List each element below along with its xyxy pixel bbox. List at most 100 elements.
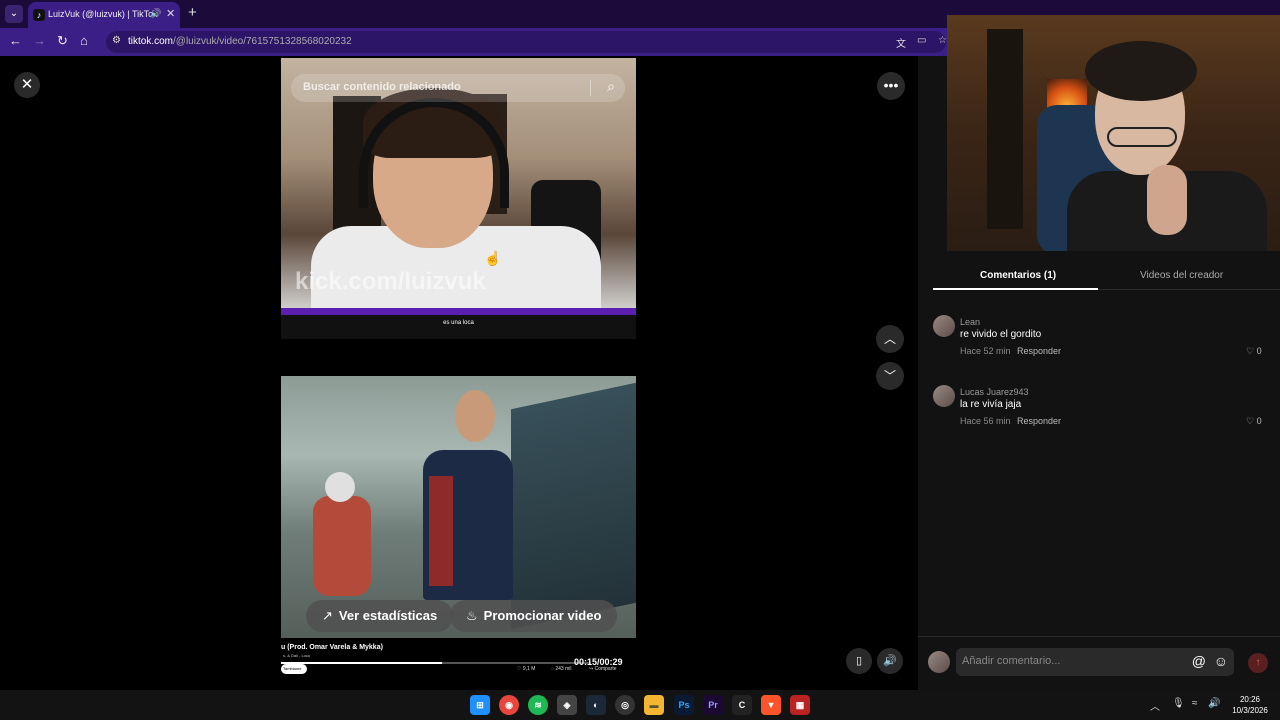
mention-icon[interactable]: @	[1192, 653, 1206, 669]
reply-button[interactable]: Responder	[1017, 416, 1061, 426]
photoshop-icon[interactable]: Ps	[674, 695, 694, 715]
avatar[interactable]	[933, 315, 955, 337]
heart-icon: ♡	[1246, 416, 1255, 426]
address-bar[interactable]: ⚙ tiktok.com/@luizvuk/video/761575132856…	[106, 31, 946, 53]
video-player[interactable]: kick.com/luizvuk Buscar contenido relaci…	[281, 58, 636, 688]
wall-shape	[511, 382, 636, 630]
send-arrow-icon[interactable]: ↑	[1248, 653, 1268, 673]
promote-video-button[interactable]: ♨ Promocionar video	[450, 600, 618, 632]
song-artist: s, & Dali - Loco	[283, 653, 311, 658]
mini-likes: ♡ 9,1 M	[517, 666, 536, 672]
active-tab-indicator	[933, 288, 1098, 290]
tray-chevron-icon[interactable]: ︿	[1150, 698, 1160, 713]
like-button[interactable]: ♡ 0	[1246, 416, 1262, 427]
mini-comments: ◌ 243 mil	[551, 666, 572, 672]
comment-username[interactable]: Lucas Juarez943	[960, 387, 1029, 397]
brave-icon[interactable]: ▼	[761, 695, 781, 715]
comment-item: Lean re vivido el gordito Hace 52 min Re…	[933, 315, 1273, 365]
windows-start-icon[interactable]: ⊞	[470, 695, 490, 715]
mouse-cursor-icon: ☝	[484, 250, 502, 266]
streamer-webcam-overlay	[947, 15, 1280, 251]
comment-item: Lucas Juarez943 la re vivía jaja Hace 56…	[933, 385, 1273, 435]
obs-icon[interactable]: ◎	[615, 695, 635, 715]
webcam-hair-shape	[1085, 41, 1197, 101]
flame-icon: ♨	[466, 608, 478, 623]
next-video-button[interactable]: ﹀	[876, 362, 904, 390]
browser-tab[interactable]: ♪ LuizVuk (@luizvuk) | TikTok 🔊 ✕	[28, 2, 180, 28]
search-divider	[590, 80, 591, 96]
background-person-head	[325, 472, 355, 502]
stats-chart-icon: ↗	[322, 608, 333, 623]
windows-taskbar: ⊞ ◉ ≋ ◈ ◐ ◎ ▬ Ps Pr C ▼ ▦ ︿ 🎙 ≈ 🔊 20:26 …	[0, 690, 1280, 720]
more-options-button[interactable]: •••	[877, 72, 905, 100]
spotify-icon[interactable]: ≋	[528, 695, 548, 715]
premiere-icon[interactable]: Pr	[703, 695, 723, 715]
search-icon[interactable]: ⌕	[607, 78, 615, 95]
previous-video-button[interactable]: ︿	[876, 325, 904, 353]
forward-icon[interactable]: →	[33, 33, 46, 48]
avatar[interactable]	[933, 385, 955, 407]
video-progress-bar[interactable]	[281, 662, 591, 664]
mini-share: ↪ Comparte	[589, 666, 617, 672]
panel-tabs: Comentarios (1) Videos del creador	[933, 262, 1280, 290]
search-placeholder: Buscar contenido relacionado	[303, 81, 461, 93]
microphone-icon[interactable]: 🎙	[1172, 698, 1185, 709]
device-icon[interactable]: ▯	[846, 648, 872, 674]
site-info-icon[interactable]: ⚙	[112, 35, 121, 46]
singer-head-shape	[455, 390, 495, 442]
video-caption: es una loca	[443, 320, 474, 326]
chrome-icon[interactable]: ◉	[499, 695, 519, 715]
tab-comments[interactable]: Comentarios (1)	[980, 270, 1056, 281]
webcam-shelf-shape	[987, 29, 1023, 229]
steam-icon[interactable]: ◐	[586, 695, 606, 715]
volume-icon[interactable]: 🔊	[877, 648, 903, 674]
heart-icon: ♡	[1246, 346, 1255, 356]
song-title: u (Prod. Omar Varela & Mykka)	[281, 644, 383, 651]
reply-button[interactable]: Responder	[1017, 346, 1061, 356]
clock-date: 10/3/2026	[1232, 706, 1268, 715]
bookmark-star-icon[interactable]: ☆	[938, 35, 947, 46]
comment-text: la re vivía jaja	[960, 399, 1022, 410]
tab-title: LuizVuk (@luizvuk) | TikTok	[48, 9, 158, 19]
stream-watermark: kick.com/luizvuk	[295, 268, 486, 295]
view-stats-button[interactable]: ↗ Ver estadísticas	[306, 600, 454, 632]
webcam-glasses-shape	[1107, 127, 1177, 147]
reload-icon[interactable]: ↻	[57, 33, 68, 49]
tab-creator-videos[interactable]: Videos del creador	[1140, 270, 1223, 281]
comment-placeholder: Añadir comentario...	[962, 655, 1061, 667]
new-tab-button[interactable]: +	[188, 4, 197, 21]
mini-pill: Tambiame	[281, 664, 307, 674]
related-search-input[interactable]: Buscar contenido relacionado ⌕	[291, 74, 625, 102]
tab-close-icon[interactable]: ✕	[166, 7, 175, 20]
caption-band	[281, 315, 636, 339]
tab-search-icon[interactable]: ⌄	[5, 5, 23, 23]
comment-time: Hace 56 min	[960, 416, 1011, 426]
audio-playing-icon[interactable]: 🔊	[150, 8, 161, 19]
video-info-bar: u (Prod. Omar Varela & Mykka) s, & Dali …	[281, 638, 636, 688]
speaker-icon[interactable]: 🔊	[1208, 698, 1220, 709]
app-icon[interactable]: ◈	[557, 695, 577, 715]
comment-input[interactable]: Añadir comentario... @ ☺	[956, 648, 1234, 676]
translate-icon[interactable]: 文	[896, 35, 906, 50]
singer-jacket-shape	[429, 476, 453, 586]
music-video-frame	[281, 376, 636, 638]
back-icon[interactable]: ←	[9, 33, 22, 48]
taskbar-clock[interactable]: 20:26 10/3/2026	[1228, 694, 1272, 716]
webcam-hand-shape	[1147, 165, 1187, 235]
comment-text: re vivido el gordito	[960, 329, 1042, 340]
cast-icon[interactable]: ▭	[917, 35, 926, 46]
emoji-icon[interactable]: ☺	[1214, 653, 1228, 669]
purple-band	[281, 308, 636, 315]
clock-time: 20:26	[1239, 695, 1261, 704]
capcut-icon[interactable]: C	[732, 695, 752, 715]
home-icon[interactable]: ⌂	[80, 33, 88, 48]
tiktok-favicon-icon: ♪	[33, 9, 45, 21]
voicemeeter-icon[interactable]: ▦	[790, 695, 810, 715]
progress-fill	[281, 662, 443, 664]
like-button[interactable]: ♡ 0	[1246, 346, 1262, 357]
close-video-button[interactable]: ✕	[14, 72, 40, 98]
comment-username[interactable]: Lean	[960, 317, 980, 327]
wifi-icon[interactable]: ≈	[1192, 698, 1198, 709]
folder-icon[interactable]: ▬	[644, 695, 664, 715]
comment-composer: Añadir comentario... @ ☺ ↑	[918, 636, 1280, 688]
